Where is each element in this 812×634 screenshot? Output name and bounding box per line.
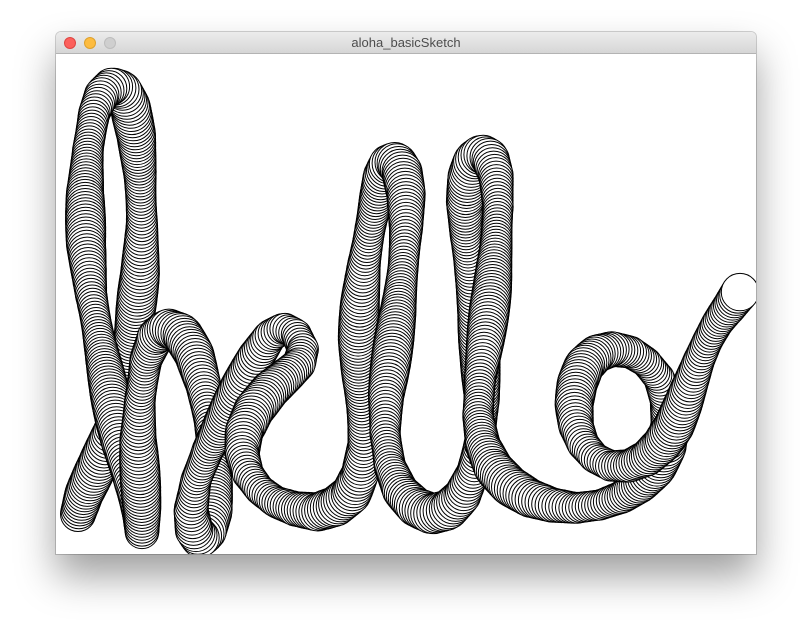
- hello-circle-trail: [60, 67, 756, 554]
- sketch-window: aloha_basicSketch: [56, 32, 756, 554]
- sketch-canvas[interactable]: [56, 54, 756, 554]
- window-title: aloha_basicSketch: [351, 35, 461, 50]
- trail-circle: [720, 272, 756, 312]
- title-bar[interactable]: aloha_basicSketch: [56, 32, 756, 54]
